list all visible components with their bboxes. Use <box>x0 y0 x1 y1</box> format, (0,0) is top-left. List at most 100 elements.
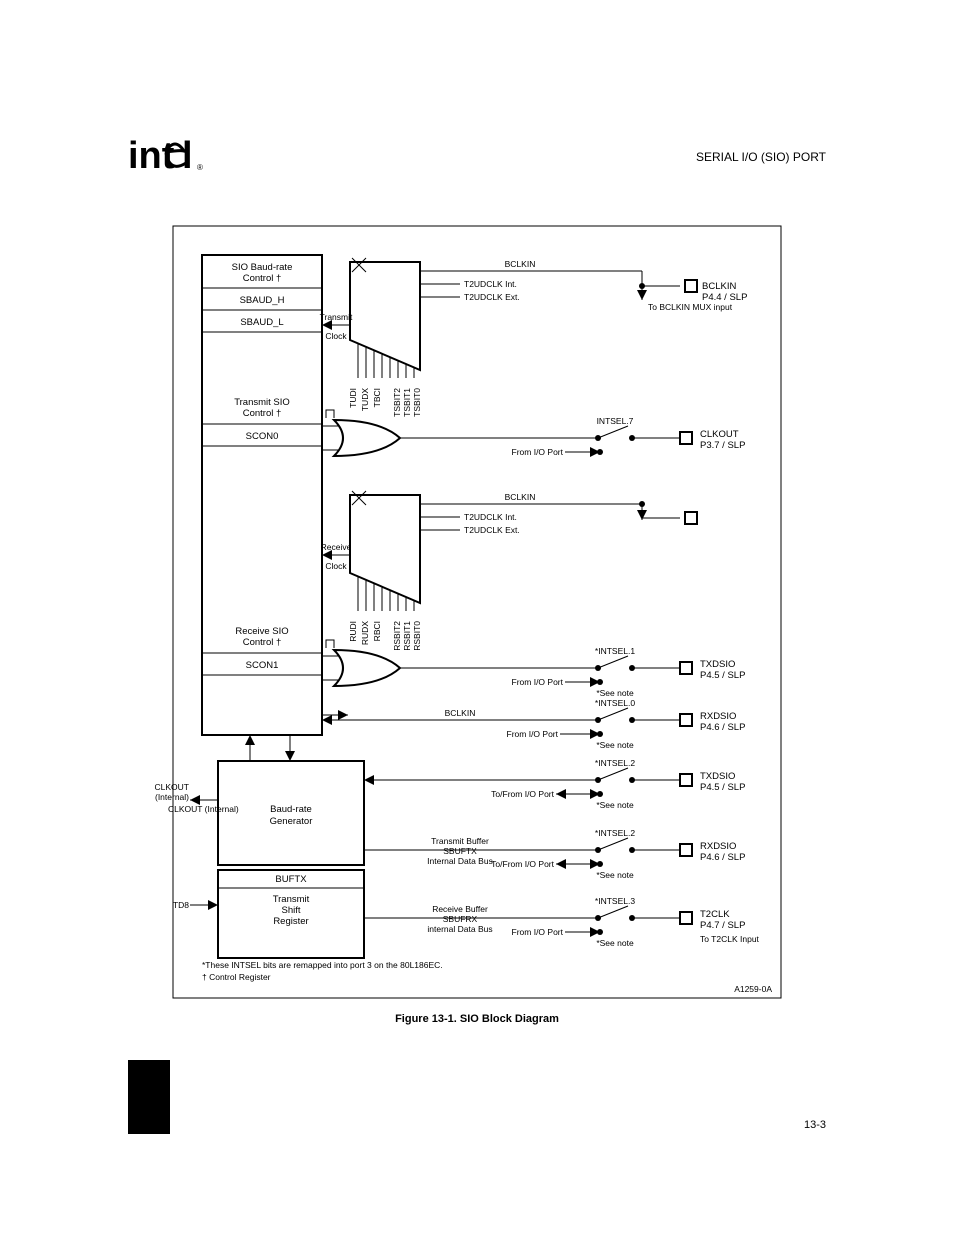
svg-text:T2UDCLK Ext.: T2UDCLK Ext. <box>464 292 520 302</box>
svg-text:From I/O Port: From I/O Port <box>507 729 559 739</box>
svg-text:BUFTX: BUFTX <box>275 874 307 885</box>
clkout-internal-label: CLKOUT (Internal) <box>168 804 239 814</box>
pad-bclkin: BCLKIN P4.4 / SLP To BCLKIN MUX input <box>637 271 747 520</box>
pad-t2clk-a: *INTSEL.2 To/From I/O Port TXDSIO P4.5 /… <box>491 758 745 810</box>
svg-text:SBUFTX: SBUFTX <box>443 846 477 856</box>
pad-txdsio: *INTSEL.1 From I/O Port TXDSIO P4.5 / SL… <box>512 646 746 698</box>
svg-text:internal Data Bus: internal Data Bus <box>427 924 492 934</box>
svg-text:Receive Buffer: Receive Buffer <box>432 904 488 914</box>
svg-text:Transmit: Transmit <box>273 894 310 905</box>
svg-text:From I/O Port: From I/O Port <box>512 447 564 457</box>
svg-text:To BCLKIN MUX input: To BCLKIN MUX input <box>648 302 733 312</box>
page-number: 13-3 <box>804 1119 826 1131</box>
svg-text:RBCI: RBCI <box>372 621 382 641</box>
svg-text:*See note: *See note <box>596 800 634 810</box>
pad-t2clk: *INTSEL.3 From I/O Port T2CLK P4.7 / SLP… <box>512 896 760 948</box>
svg-text:SCON1: SCON1 <box>246 660 279 671</box>
svg-text:P4.6 / SLP: P4.6 / SLP <box>700 852 745 863</box>
svg-text:T2UDCLK Int.: T2UDCLK Int. <box>464 279 517 289</box>
bclkin-label: BCLKIN <box>445 708 476 718</box>
svg-text:Transmit Buffer: Transmit Buffer <box>431 836 489 846</box>
page-marker-bar <box>128 1060 170 1134</box>
svg-text:RUDX: RUDX <box>360 621 370 645</box>
svg-text:P3.7 / SLP: P3.7 / SLP <box>700 440 745 451</box>
pad-bclkin-2 <box>642 512 697 524</box>
figure-caption: Figure 13-1. SIO Block Diagram <box>395 1013 559 1025</box>
svg-text:*See note: *See note <box>596 688 634 698</box>
svg-text:BCLKIN: BCLKIN <box>505 492 536 502</box>
svg-text:TUDX: TUDX <box>360 388 370 411</box>
tx-mux: Transmit Clock BCLKIN T2UDCLK Int. T2UDC… <box>320 258 642 417</box>
svg-text:P4.7 / SLP: P4.7 / SLP <box>700 920 745 931</box>
svg-text:Receive: Receive <box>321 542 352 552</box>
svg-text:Transmit: Transmit <box>320 312 353 322</box>
header-section: SERIAL I/O (SIO) PORT <box>696 150 827 164</box>
svg-text:*See note: *See note <box>596 870 634 880</box>
svg-text:To T2CLK Input: To T2CLK Input <box>700 934 760 944</box>
svg-text:*See note: *See note <box>596 740 634 750</box>
svg-text:(Internal): (Internal) <box>155 792 189 802</box>
svg-text:From I/O Port: From I/O Port <box>512 677 564 687</box>
svg-text:TSBIT1: TSBIT1 <box>402 388 412 417</box>
registered-mark: ® <box>197 163 203 172</box>
svg-text:SCON0: SCON0 <box>246 431 279 442</box>
svg-text:*INTSEL.0: *INTSEL.0 <box>595 698 635 708</box>
svg-text:Baud-rate: Baud-rate <box>270 804 312 815</box>
footnote-dagger: † Control Register <box>202 972 271 982</box>
svg-text:RXDSIO: RXDSIO <box>700 711 736 722</box>
svg-text:TXDSIO: TXDSIO <box>700 659 735 670</box>
svg-text:RUDI: RUDI <box>348 621 358 642</box>
svg-text:T2UDCLK Int.: T2UDCLK Int. <box>464 512 517 522</box>
svg-text:From I/O Port: From I/O Port <box>512 927 564 937</box>
svg-text:TSBIT2: TSBIT2 <box>392 388 402 417</box>
svg-text:T2UDCLK Ext.: T2UDCLK Ext. <box>464 525 520 535</box>
intel-logo: int l ® <box>128 135 203 177</box>
svg-text:RSBIT0: RSBIT0 <box>412 621 422 651</box>
svg-text:Generator: Generator <box>270 816 313 827</box>
svg-text:Receive SIO: Receive SIO <box>235 626 288 637</box>
svg-text:P4.5 / SLP: P4.5 / SLP <box>700 782 745 793</box>
svg-text:INTSEL.7: INTSEL.7 <box>597 416 634 426</box>
svg-text:TD8: TD8 <box>173 900 189 910</box>
svg-text:To/From I/O Port: To/From I/O Port <box>491 789 554 799</box>
svg-text:BCLKIN: BCLKIN <box>702 281 736 292</box>
svg-text:BCLKIN: BCLKIN <box>505 259 536 269</box>
svg-text:SBAUD_L: SBAUD_L <box>240 317 283 328</box>
svg-text:Control †: Control † <box>243 408 282 419</box>
pad-clkout: INTSEL.7 From I/O Port CLKOUT P3.7 / SLP <box>512 416 746 457</box>
svg-text:SBAUD_H: SBAUD_H <box>240 295 285 306</box>
svg-text:*INTSEL.2: *INTSEL.2 <box>595 828 635 838</box>
svg-text:RSBIT2: RSBIT2 <box>392 621 402 651</box>
svg-text:Internal Data Bus: Internal Data Bus <box>427 856 493 866</box>
svg-text:*See note: *See note <box>596 938 634 948</box>
svg-text:T2CLK: T2CLK <box>700 909 730 920</box>
svg-text:SIO Baud-rate: SIO Baud-rate <box>232 262 293 273</box>
svg-text:*INTSEL.3: *INTSEL.3 <box>595 896 635 906</box>
figure-frame <box>173 226 781 998</box>
svg-text:To/From I/O Port: To/From I/O Port <box>491 859 554 869</box>
svg-text:RXDSIO: RXDSIO <box>700 841 736 852</box>
rx-mux: Receive Clock BCLKIN T2UDCLK Int. T2UDCL… <box>321 491 642 651</box>
svg-text:CLKOUT: CLKOUT <box>700 429 739 440</box>
svg-text:P4.6 / SLP: P4.6 / SLP <box>700 722 745 733</box>
svg-text:TUDI: TUDI <box>348 388 358 408</box>
svg-text:RSBIT1: RSBIT1 <box>402 621 412 651</box>
svg-text:TBCI: TBCI <box>372 388 382 407</box>
svg-text:TXDSIO: TXDSIO <box>700 771 735 782</box>
svg-text:Shift: Shift <box>281 905 300 916</box>
svg-text:Control †: Control † <box>243 273 282 284</box>
svg-text:TSBIT0: TSBIT0 <box>412 388 422 417</box>
page-svg: int l ® SERIAL I/O (SIO) PORT SIO Baud-r… <box>0 0 954 1235</box>
svg-text:CLKOUT: CLKOUT <box>155 782 189 792</box>
svg-text:Clock: Clock <box>325 561 347 571</box>
svg-text:Control †: Control † <box>243 637 282 648</box>
baud-generator-block: Baud-rate Generator <box>218 761 364 865</box>
svg-text:l: l <box>182 135 193 177</box>
port3-remap-note: *These INTSEL bits are remapped into por… <box>202 960 443 970</box>
svg-text:P4.5 / SLP: P4.5 / SLP <box>700 670 745 681</box>
svg-text:*INTSEL.1: *INTSEL.1 <box>595 646 635 656</box>
pad-rxdsio: *INTSEL.0 From I/O Port RXDSIO P4.6 / SL… <box>507 698 746 750</box>
part-number: A1259-0A <box>734 984 772 994</box>
svg-text:*INTSEL.2: *INTSEL.2 <box>595 758 635 768</box>
svg-text:Transmit SIO: Transmit SIO <box>234 397 290 408</box>
